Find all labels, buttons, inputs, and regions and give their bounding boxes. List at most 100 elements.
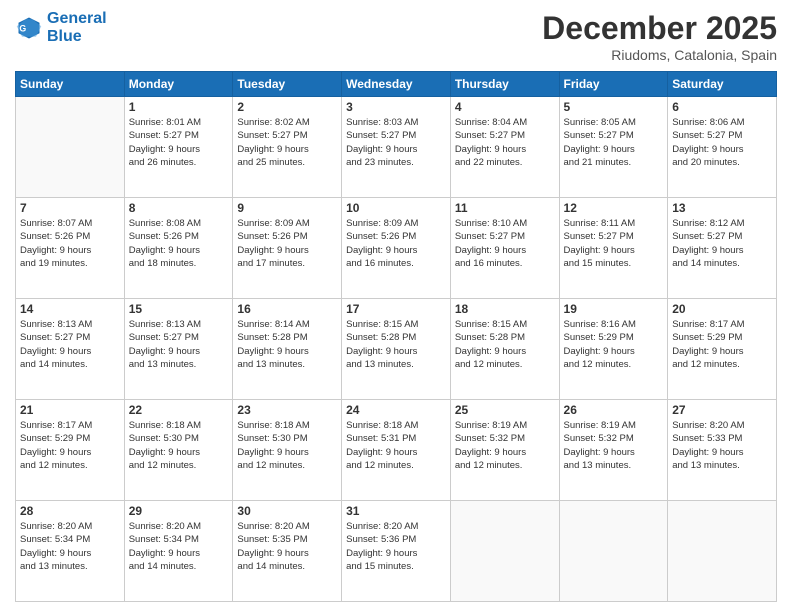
- col-monday: Monday: [124, 72, 233, 97]
- logo-text: General Blue: [47, 10, 107, 45]
- day-info: Sunrise: 8:16 AMSunset: 5:29 PMDaylight:…: [564, 318, 664, 371]
- table-cell: 8Sunrise: 8:08 AMSunset: 5:26 PMDaylight…: [124, 198, 233, 299]
- page: G General Blue December 2025 Riudoms, Ca…: [0, 0, 792, 612]
- day-info: Sunrise: 8:14 AMSunset: 5:28 PMDaylight:…: [237, 318, 337, 371]
- day-info: Sunrise: 8:10 AMSunset: 5:27 PMDaylight:…: [455, 217, 555, 270]
- day-info: Sunrise: 8:18 AMSunset: 5:30 PMDaylight:…: [237, 419, 337, 472]
- month-title: December 2025: [542, 10, 777, 47]
- week-row-3: 21 Sunrise: 8:17 AMSunset: 5:29 PMDayligh…: [16, 400, 777, 501]
- week-row-4: 28 Sunrise: 8:20 AMSunset: 5:34 PMDayligh…: [16, 501, 777, 602]
- col-friday: Friday: [559, 72, 668, 97]
- header: G General Blue December 2025 Riudoms, Ca…: [15, 10, 777, 63]
- day-number: 1: [129, 100, 229, 114]
- day-info: Sunrise: 8:20 AMSunset: 5:35 PMDaylight:…: [237, 520, 337, 573]
- day-number: 7: [20, 201, 120, 215]
- table-cell: 15Sunrise: 8:13 AMSunset: 5:27 PMDayligh…: [124, 299, 233, 400]
- table-cell: 14 Sunrise: 8:13 AMSunset: 5:27 PMDayligh…: [16, 299, 125, 400]
- week-row-2: 14 Sunrise: 8:13 AMSunset: 5:27 PMDayligh…: [16, 299, 777, 400]
- day-info: Sunrise: 8:18 AMSunset: 5:31 PMDaylight:…: [346, 419, 446, 472]
- calendar-table: Sunday Monday Tuesday Wednesday Thursday…: [15, 71, 777, 602]
- table-cell: 1 Sunrise: 8:01 AMSunset: 5:27 PMDaylight…: [124, 97, 233, 198]
- day-number: 5: [564, 100, 664, 114]
- table-cell: 9 Sunrise: 8:09 AMSunset: 5:26 PMDaylight…: [233, 198, 342, 299]
- table-cell: 12 Sunrise: 8:11 AMSunset: 5:27 PMDayligh…: [559, 198, 668, 299]
- day-number: 24: [346, 403, 446, 417]
- table-cell: 26 Sunrise: 8:19 AMSunset: 5:32 PMDayligh…: [559, 400, 668, 501]
- day-number: 4: [455, 100, 555, 114]
- day-number: 8: [129, 201, 229, 215]
- table-cell: 7Sunrise: 8:07 AMSunset: 5:26 PMDaylight…: [16, 198, 125, 299]
- table-cell: 5 Sunrise: 8:05 AMSunset: 5:27 PMDaylight…: [559, 97, 668, 198]
- day-info: Sunrise: 8:04 AMSunset: 5:27 PMDaylight:…: [455, 116, 555, 169]
- table-cell: 28 Sunrise: 8:20 AMSunset: 5:34 PMDayligh…: [16, 501, 125, 602]
- table-cell: 2Sunrise: 8:02 AMSunset: 5:27 PMDaylight…: [233, 97, 342, 198]
- table-cell: 16 Sunrise: 8:14 AMSunset: 5:28 PMDayligh…: [233, 299, 342, 400]
- day-info: Sunrise: 8:01 AMSunset: 5:27 PMDaylight:…: [129, 116, 229, 169]
- logo: G General Blue: [15, 10, 107, 45]
- table-cell: 21 Sunrise: 8:17 AMSunset: 5:29 PMDayligh…: [16, 400, 125, 501]
- day-info: Sunrise: 8:19 AMSunset: 5:32 PMDaylight:…: [564, 419, 664, 472]
- table-cell: 31 Sunrise: 8:20 AMSunset: 5:36 PMDayligh…: [342, 501, 451, 602]
- day-number: 11: [455, 201, 555, 215]
- table-cell: 13 Sunrise: 8:12 AMSunset: 5:27 PMDayligh…: [668, 198, 777, 299]
- day-number: 29: [129, 504, 229, 518]
- day-number: 18: [455, 302, 555, 316]
- day-number: 9: [237, 201, 337, 215]
- day-info: Sunrise: 8:13 AMSunset: 5:27 PMDaylight:…: [129, 318, 229, 371]
- table-cell: 30 Sunrise: 8:20 AMSunset: 5:35 PMDayligh…: [233, 501, 342, 602]
- day-number: 28: [20, 504, 120, 518]
- day-number: 19: [564, 302, 664, 316]
- day-number: 6: [672, 100, 772, 114]
- table-cell: [450, 501, 559, 602]
- table-cell: 3Sunrise: 8:03 AMSunset: 5:27 PMDaylight…: [342, 97, 451, 198]
- day-info: Sunrise: 8:20 AMSunset: 5:34 PMDaylight:…: [20, 520, 120, 573]
- day-info: Sunrise: 8:20 AMSunset: 5:33 PMDaylight:…: [672, 419, 772, 472]
- day-number: 26: [564, 403, 664, 417]
- day-info: Sunrise: 8:20 AMSunset: 5:34 PMDaylight:…: [129, 520, 229, 573]
- table-cell: 27 Sunrise: 8:20 AMSunset: 5:33 PMDayligh…: [668, 400, 777, 501]
- week-row-0: 1 Sunrise: 8:01 AMSunset: 5:27 PMDaylight…: [16, 97, 777, 198]
- day-info: Sunrise: 8:09 AMSunset: 5:26 PMDaylight:…: [237, 217, 337, 270]
- day-info: Sunrise: 8:19 AMSunset: 5:32 PMDaylight:…: [455, 419, 555, 472]
- day-info: Sunrise: 8:12 AMSunset: 5:27 PMDaylight:…: [672, 217, 772, 270]
- title-block: December 2025 Riudoms, Catalonia, Spain: [542, 10, 777, 63]
- day-info: Sunrise: 8:11 AMSunset: 5:27 PMDaylight:…: [564, 217, 664, 270]
- day-number: 10: [346, 201, 446, 215]
- col-saturday: Saturday: [668, 72, 777, 97]
- col-tuesday: Tuesday: [233, 72, 342, 97]
- day-number: 12: [564, 201, 664, 215]
- day-number: 22: [129, 403, 229, 417]
- day-number: 20: [672, 302, 772, 316]
- day-info: Sunrise: 8:20 AMSunset: 5:36 PMDaylight:…: [346, 520, 446, 573]
- col-wednesday: Wednesday: [342, 72, 451, 97]
- day-number: 13: [672, 201, 772, 215]
- table-cell: 25Sunrise: 8:19 AMSunset: 5:32 PMDayligh…: [450, 400, 559, 501]
- location: Riudoms, Catalonia, Spain: [542, 47, 777, 63]
- day-number: 31: [346, 504, 446, 518]
- day-number: 27: [672, 403, 772, 417]
- day-number: 16: [237, 302, 337, 316]
- day-info: Sunrise: 8:17 AMSunset: 5:29 PMDaylight:…: [20, 419, 120, 472]
- table-cell: 6 Sunrise: 8:06 AMSunset: 5:27 PMDaylight…: [668, 97, 777, 198]
- calendar-header-row: Sunday Monday Tuesday Wednesday Thursday…: [16, 72, 777, 97]
- day-info: Sunrise: 8:15 AMSunset: 5:28 PMDaylight:…: [455, 318, 555, 371]
- table-cell: [16, 97, 125, 198]
- table-cell: 20Sunrise: 8:17 AMSunset: 5:29 PMDayligh…: [668, 299, 777, 400]
- day-number: 30: [237, 504, 337, 518]
- day-info: Sunrise: 8:15 AMSunset: 5:28 PMDaylight:…: [346, 318, 446, 371]
- logo-icon: G: [15, 14, 43, 42]
- day-info: Sunrise: 8:09 AMSunset: 5:26 PMDaylight:…: [346, 217, 446, 270]
- day-info: Sunrise: 8:06 AMSunset: 5:27 PMDaylight:…: [672, 116, 772, 169]
- day-info: Sunrise: 8:02 AMSunset: 5:27 PMDaylight:…: [237, 116, 337, 169]
- col-sunday: Sunday: [16, 72, 125, 97]
- day-info: Sunrise: 8:05 AMSunset: 5:27 PMDaylight:…: [564, 116, 664, 169]
- day-info: Sunrise: 8:13 AMSunset: 5:27 PMDaylight:…: [20, 318, 120, 371]
- day-number: 3: [346, 100, 446, 114]
- table-cell: 29 Sunrise: 8:20 AMSunset: 5:34 PMDayligh…: [124, 501, 233, 602]
- table-cell: 4 Sunrise: 8:04 AMSunset: 5:27 PMDaylight…: [450, 97, 559, 198]
- table-cell: 11 Sunrise: 8:10 AMSunset: 5:27 PMDayligh…: [450, 198, 559, 299]
- table-cell: 18 Sunrise: 8:15 AMSunset: 5:28 PMDayligh…: [450, 299, 559, 400]
- day-number: 14: [20, 302, 120, 316]
- day-number: 21: [20, 403, 120, 417]
- svg-text:G: G: [19, 23, 26, 33]
